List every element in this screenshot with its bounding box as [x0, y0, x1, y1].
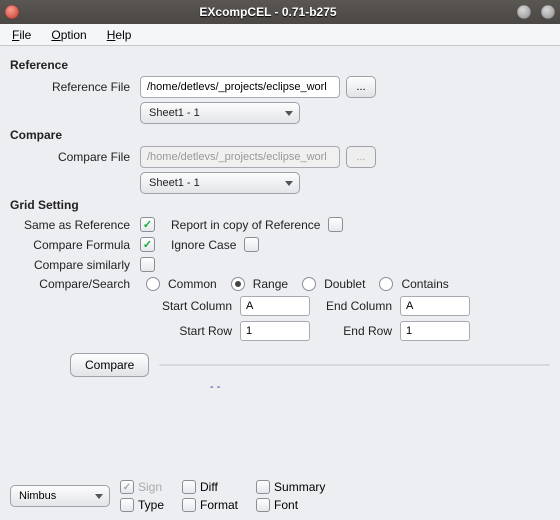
reference-file-label: Reference File — [10, 80, 140, 94]
compare-formula-checkbox[interactable] — [140, 237, 155, 252]
reference-browse-button[interactable]: ... — [346, 76, 376, 98]
start-column-label: Start Column — [150, 299, 240, 313]
compare-file-label: Compare File — [10, 150, 140, 164]
type-checkbox[interactable] — [120, 498, 134, 512]
report-copy-checkbox[interactable] — [328, 217, 343, 232]
type-label: Type — [138, 498, 164, 512]
font-checkbox[interactable] — [256, 498, 270, 512]
compare-section-title: Compare — [10, 128, 550, 142]
ignore-case-label: Ignore Case — [171, 238, 236, 252]
end-column-input[interactable] — [400, 296, 470, 316]
diff-label: Diff — [200, 480, 218, 494]
format-checkbox[interactable] — [182, 498, 196, 512]
radio-contains-label: Contains — [401, 277, 448, 291]
reference-sheet-value: Sheet1 - 1 — [149, 107, 200, 119]
radio-contains[interactable] — [379, 277, 393, 291]
sign-label: Sign — [138, 480, 162, 494]
grid-section-title: Grid Setting — [10, 198, 550, 212]
summary-label: Summary — [274, 480, 325, 494]
compare-formula-label: Compare Formula — [10, 238, 140, 252]
close-window-icon[interactable] — [5, 5, 19, 19]
report-copy-label: Report in copy of Reference — [171, 218, 320, 232]
menu-file[interactable]: File — [4, 26, 39, 44]
end-row-input[interactable] — [400, 321, 470, 341]
window-titlebar: EXcompCEL - 0.71-b275 — [0, 0, 560, 24]
compare-similarly-checkbox[interactable] — [140, 257, 155, 272]
start-row-input[interactable] — [240, 321, 310, 341]
start-row-label: Start Row — [150, 324, 240, 338]
radio-range[interactable] — [231, 277, 245, 291]
theme-value: Nimbus — [19, 490, 56, 502]
radio-common-label: Common — [168, 277, 217, 291]
summary-checkbox[interactable] — [256, 480, 270, 494]
compare-file-input — [140, 146, 340, 168]
start-column-input[interactable] — [240, 296, 310, 316]
compare-sheet-select[interactable]: Sheet1 - 1 — [140, 172, 300, 194]
compare-similarly-label: Compare similarly — [10, 258, 140, 272]
radio-range-label: Range — [253, 277, 288, 291]
diff-checkbox[interactable] — [182, 480, 196, 494]
end-column-label: End Column — [310, 299, 400, 313]
reference-sheet-select[interactable]: Sheet1 - 1 — [140, 102, 300, 124]
same-as-reference-label: Same as Reference — [10, 218, 140, 232]
menu-option[interactable]: Option — [43, 26, 94, 44]
status-dots: - - — [210, 381, 550, 393]
end-row-label: End Row — [310, 324, 400, 338]
reference-file-input[interactable] — [140, 76, 340, 98]
theme-select[interactable]: Nimbus — [10, 485, 110, 507]
ignore-case-checkbox[interactable] — [244, 237, 259, 252]
menu-bar: File Option Help — [0, 24, 560, 46]
format-label: Format — [200, 498, 238, 512]
compare-sheet-value: Sheet1 - 1 — [149, 177, 200, 189]
reference-section-title: Reference — [10, 58, 550, 72]
radio-common[interactable] — [146, 277, 160, 291]
compare-browse-button: ... — [346, 146, 376, 168]
separator — [159, 364, 550, 366]
font-label: Font — [274, 498, 298, 512]
menu-help[interactable]: Help — [99, 26, 140, 44]
radio-doublet[interactable] — [302, 277, 316, 291]
same-as-reference-checkbox[interactable] — [140, 217, 155, 232]
window-title: EXcompCEL - 0.71-b275 — [24, 5, 512, 19]
maximize-window-icon[interactable] — [541, 5, 555, 19]
minimize-window-icon[interactable] — [517, 5, 531, 19]
radio-doublet-label: Doublet — [324, 277, 365, 291]
compare-button[interactable]: Compare — [70, 353, 149, 377]
sign-checkbox — [120, 480, 134, 494]
compare-search-label: Compare/Search — [10, 277, 140, 291]
